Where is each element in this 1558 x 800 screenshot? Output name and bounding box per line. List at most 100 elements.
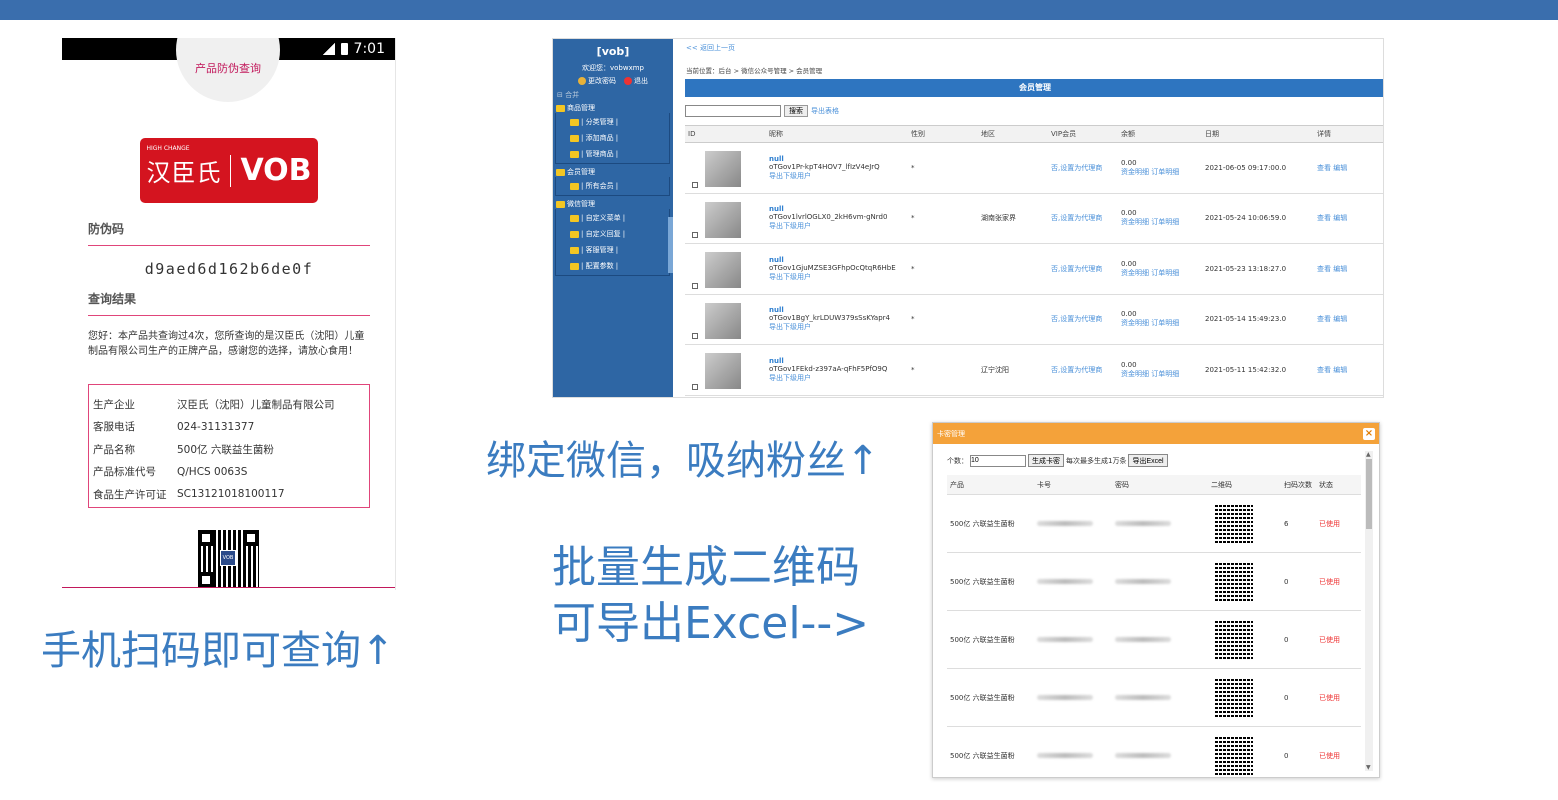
table-row: null oTGov1FEkd-z397aA-qFhF5PfO9Q 导出下级用户 *… (685, 345, 1383, 396)
member-table: ID 昵称 性别 地区 VIP会员 余额 日期 详情 null oTGov1Pr-… (685, 125, 1383, 396)
logo-en: VOB (240, 153, 312, 188)
openid: oTGov1lvrlOGLX0_2kH6vm-gNrd0 (769, 213, 888, 222)
export-sub-link[interactable]: 导出下级用户 (769, 171, 911, 181)
vip-link[interactable]: 否,设置为代理商 (1051, 163, 1121, 173)
folder-icon (570, 134, 579, 142)
vip-link[interactable]: 否,设置为代理商 (1051, 264, 1121, 274)
collapse-toggle[interactable]: ⊟ 合并 (557, 90, 673, 100)
balance-links[interactable]: 资金明细 订单明细 (1121, 268, 1205, 278)
table-row: null oTGov1BgY_krLDUW379sSsKYapr4 导出下级用户 *… (685, 295, 1383, 345)
folder-icon (556, 168, 565, 176)
avatar (705, 201, 741, 238)
vip-link[interactable]: 否,设置为代理商 (1051, 314, 1121, 324)
balance: 0.00 (1121, 259, 1137, 268)
nickname: null (769, 255, 784, 264)
sidebar-item[interactable]: | 所有会员 | (556, 178, 669, 194)
scan-count: 0 (1284, 751, 1289, 760)
info-key: 食品生产许可证 (93, 488, 167, 501)
nickname: null (769, 356, 784, 365)
export-sub-link[interactable]: 导出下级用户 (769, 322, 911, 332)
detail-links[interactable]: 查看 编辑 (1317, 365, 1383, 375)
qr-code-icon (1215, 736, 1253, 775)
export-excel-button[interactable]: 导出Excel (1128, 454, 1168, 467)
info-value: 500亿 六联益生菌粉 (177, 443, 274, 456)
logout-link[interactable]: 退出 (624, 76, 648, 86)
folder-icon (570, 182, 579, 190)
th: 状态 (1319, 480, 1333, 489)
info-row: 生产企业 汉臣氏（沈阳）儿童制品有限公司 (93, 393, 365, 416)
th: 昵称 (769, 130, 783, 138)
nickname: null (769, 154, 784, 163)
balance-links[interactable]: 资金明细 订单明细 (1121, 369, 1205, 379)
folder-icon (570, 150, 579, 158)
sidebar-item[interactable]: | 自定义回复 | (556, 226, 669, 242)
blurred-password (1115, 694, 1171, 700)
nickname: null (769, 306, 784, 315)
balance-links[interactable]: 资金明细 订单明细 (1121, 167, 1205, 177)
sidebar-item[interactable]: | 自定义菜单 | (556, 210, 669, 226)
date: 2021-06-05 09:17:00.0 (1205, 163, 1287, 172)
sidebar-resize-handle[interactable] (668, 217, 673, 273)
info-row: 产品标准代号 Q/HCS 0063S (93, 461, 365, 484)
blurred-card-no (1037, 578, 1093, 584)
sidebar-item[interactable]: | 添加商品 | (556, 130, 669, 146)
th: 卡号 (1037, 480, 1051, 489)
back-link[interactable]: << 返回上一页 (686, 43, 735, 53)
generate-button[interactable]: 生成卡密 (1028, 454, 1064, 467)
balance-links[interactable]: 资金明细 订单明细 (1121, 217, 1205, 227)
export-sub-link[interactable]: 导出下级用户 (769, 221, 911, 231)
qr-code-icon (1215, 678, 1253, 717)
avatar (705, 151, 741, 187)
qr-logo: VOB (220, 550, 236, 566)
row-checkbox[interactable] (692, 383, 698, 390)
logo-sup: HIGH CHANGE (146, 145, 190, 152)
count-input[interactable] (970, 454, 1026, 467)
sidebar-group-wechat[interactable]: 微信管理 (556, 199, 673, 209)
th: 产品 (950, 480, 964, 489)
info-value: Q/HCS 0063S (177, 465, 248, 478)
sidebar-group-goods[interactable]: 商品管理 (556, 103, 673, 113)
detail-links[interactable]: 查看 编辑 (1317, 163, 1383, 173)
table-row: 500亿 六联益生菌粉 6 已使用 (947, 495, 1361, 553)
row-checkbox[interactable] (692, 181, 698, 188)
table-row: null oTGov1GjuMZSE3GFhpOcQtqR6HbE 导出下级用户 *… (685, 244, 1383, 295)
search-button[interactable]: 搜索 (784, 105, 808, 117)
vip-link[interactable]: 否,设置为代理商 (1051, 213, 1121, 223)
info-key: 生产企业 (93, 398, 135, 411)
code-label: 防伪码 (88, 222, 125, 236)
sidebar-item[interactable]: | 管理商品 | (556, 146, 669, 162)
sidebar-item[interactable]: | 分类管理 | (556, 114, 669, 130)
table-row: 500亿 六联益生菌粉 0 已使用 (947, 553, 1361, 611)
vip-link[interactable]: 否,设置为代理商 (1051, 365, 1121, 375)
blurred-card-no (1037, 636, 1093, 642)
blurred-password (1115, 636, 1171, 642)
export-sub-link[interactable]: 导出下级用户 (769, 272, 911, 282)
detail-links[interactable]: 查看 编辑 (1317, 314, 1383, 324)
folder-icon (570, 262, 579, 270)
close-icon[interactable]: × (1363, 427, 1375, 440)
detail-links[interactable]: 查看 编辑 (1317, 213, 1383, 223)
dialog-title: 卡密管理 (937, 429, 965, 438)
scrollbar[interactable]: ▲ ▼ (1365, 451, 1373, 771)
row-checkbox[interactable] (692, 232, 698, 238)
change-password-link[interactable]: 更改密码 (578, 76, 616, 86)
sidebar-item[interactable]: | 客服管理 | (556, 242, 669, 258)
search-input[interactable] (685, 105, 781, 117)
sidebar-group-members[interactable]: 会员管理 (556, 167, 673, 177)
nickname: null (769, 205, 784, 214)
th: 余额 (1121, 130, 1135, 138)
th: 地区 (981, 130, 995, 138)
folder-icon (570, 118, 579, 126)
detail-links[interactable]: 查看 编辑 (1317, 264, 1383, 274)
row-checkbox[interactable] (692, 333, 698, 339)
row-checkbox[interactable] (692, 282, 698, 289)
export-table-link[interactable]: 导出表格 (811, 106, 839, 116)
date: 2021-05-24 10:06:59.0 (1205, 214, 1287, 223)
th: ID (688, 130, 696, 138)
balance-links[interactable]: 资金明细 订单明细 (1121, 318, 1205, 328)
sidebar-item[interactable]: | 配置参数 | (556, 258, 669, 274)
blurred-password (1115, 578, 1171, 584)
openid: oTGov1BgY_krLDUW379sSsKYapr4 (769, 314, 890, 323)
export-sub-link[interactable]: 导出下级用户 (769, 373, 911, 383)
count-label: 个数： (947, 456, 968, 465)
